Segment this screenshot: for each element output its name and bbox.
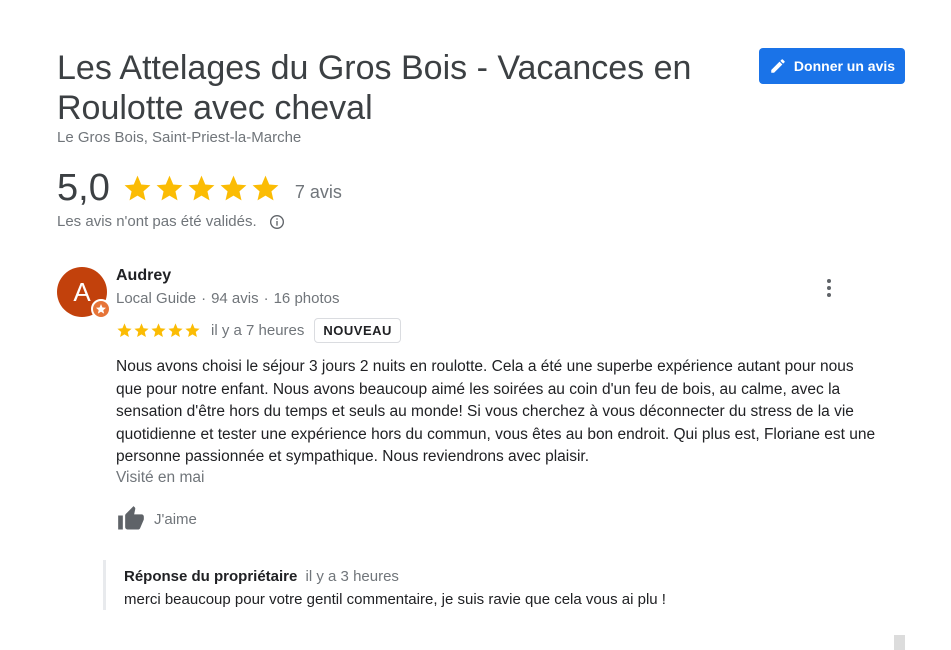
author-photos-count: 16 photos (273, 290, 340, 307)
review-author[interactable]: Audrey (116, 267, 171, 285)
like-button[interactable]: J'aime (116, 505, 197, 533)
star-icon (117, 323, 132, 338)
pencil-icon (771, 59, 785, 73)
local-guide-badge-icon (91, 299, 111, 319)
scrollbar-thumb[interactable] (894, 635, 905, 650)
place-location: Le Gros Bois, Saint-Priest-la-Marche (57, 129, 302, 146)
like-label: J'aime (154, 510, 197, 528)
star-icon (252, 175, 279, 200)
avatar[interactable]: A (57, 267, 111, 319)
validation-notice: Les avis n'ont pas été validés. (57, 213, 285, 230)
rating-summary: 5,0 7 avis (57, 168, 342, 208)
rating-stars (122, 173, 281, 204)
star-icon (220, 175, 247, 200)
star-icon (134, 323, 149, 338)
new-badge: NOUVEAU (314, 318, 401, 343)
star-icon (188, 175, 215, 200)
author-reviews-count: 94 avis (211, 290, 259, 307)
notice-text: Les avis n'ont pas été validés. (57, 213, 257, 230)
review-text: Nous avons choisi le séjour 3 jours 2 nu… (116, 358, 876, 465)
owner-reply-title: Réponse du propriétaire (124, 568, 298, 585)
author-meta: Local Guide · 94 avis · 16 photos (116, 290, 339, 307)
owner-reply-header: Réponse du propriétaire il y a 3 heures (124, 568, 744, 585)
thumbs-up-icon (118, 506, 144, 530)
owner-reply: Réponse du propriétaire il y a 3 heures … (103, 560, 744, 610)
review-rating-row: il y a 7 heures NOUVEAU (116, 318, 401, 343)
more-options-button[interactable] (819, 277, 839, 299)
author-role: Local Guide (116, 290, 197, 307)
write-review-label: Donner un avis (793, 58, 896, 74)
star-icon (168, 323, 183, 338)
star-icon (151, 323, 166, 338)
review-count[interactable]: 7 avis (295, 182, 342, 203)
rating-value: 5,0 (57, 167, 110, 209)
review-time: il y a 7 heures (211, 322, 305, 339)
info-icon[interactable] (269, 214, 285, 230)
more-vert-icon (827, 279, 831, 297)
place-title: Les Attelages du Gros Bois - Vacances en… (57, 49, 692, 127)
owner-reply-time: il y a 3 heures (305, 568, 399, 585)
avatar-letter: A (73, 277, 91, 307)
meta-separator: · (263, 290, 269, 307)
review-stars (116, 322, 201, 339)
write-review-button[interactable]: Donner un avis (759, 48, 905, 84)
visited-date: Visité en mai (116, 469, 205, 486)
star-icon (185, 323, 200, 338)
meta-separator: · (201, 290, 207, 307)
owner-reply-text: merci beaucoup pour votre gentil comment… (124, 591, 666, 608)
star-icon (156, 175, 183, 200)
star-icon (124, 175, 151, 200)
